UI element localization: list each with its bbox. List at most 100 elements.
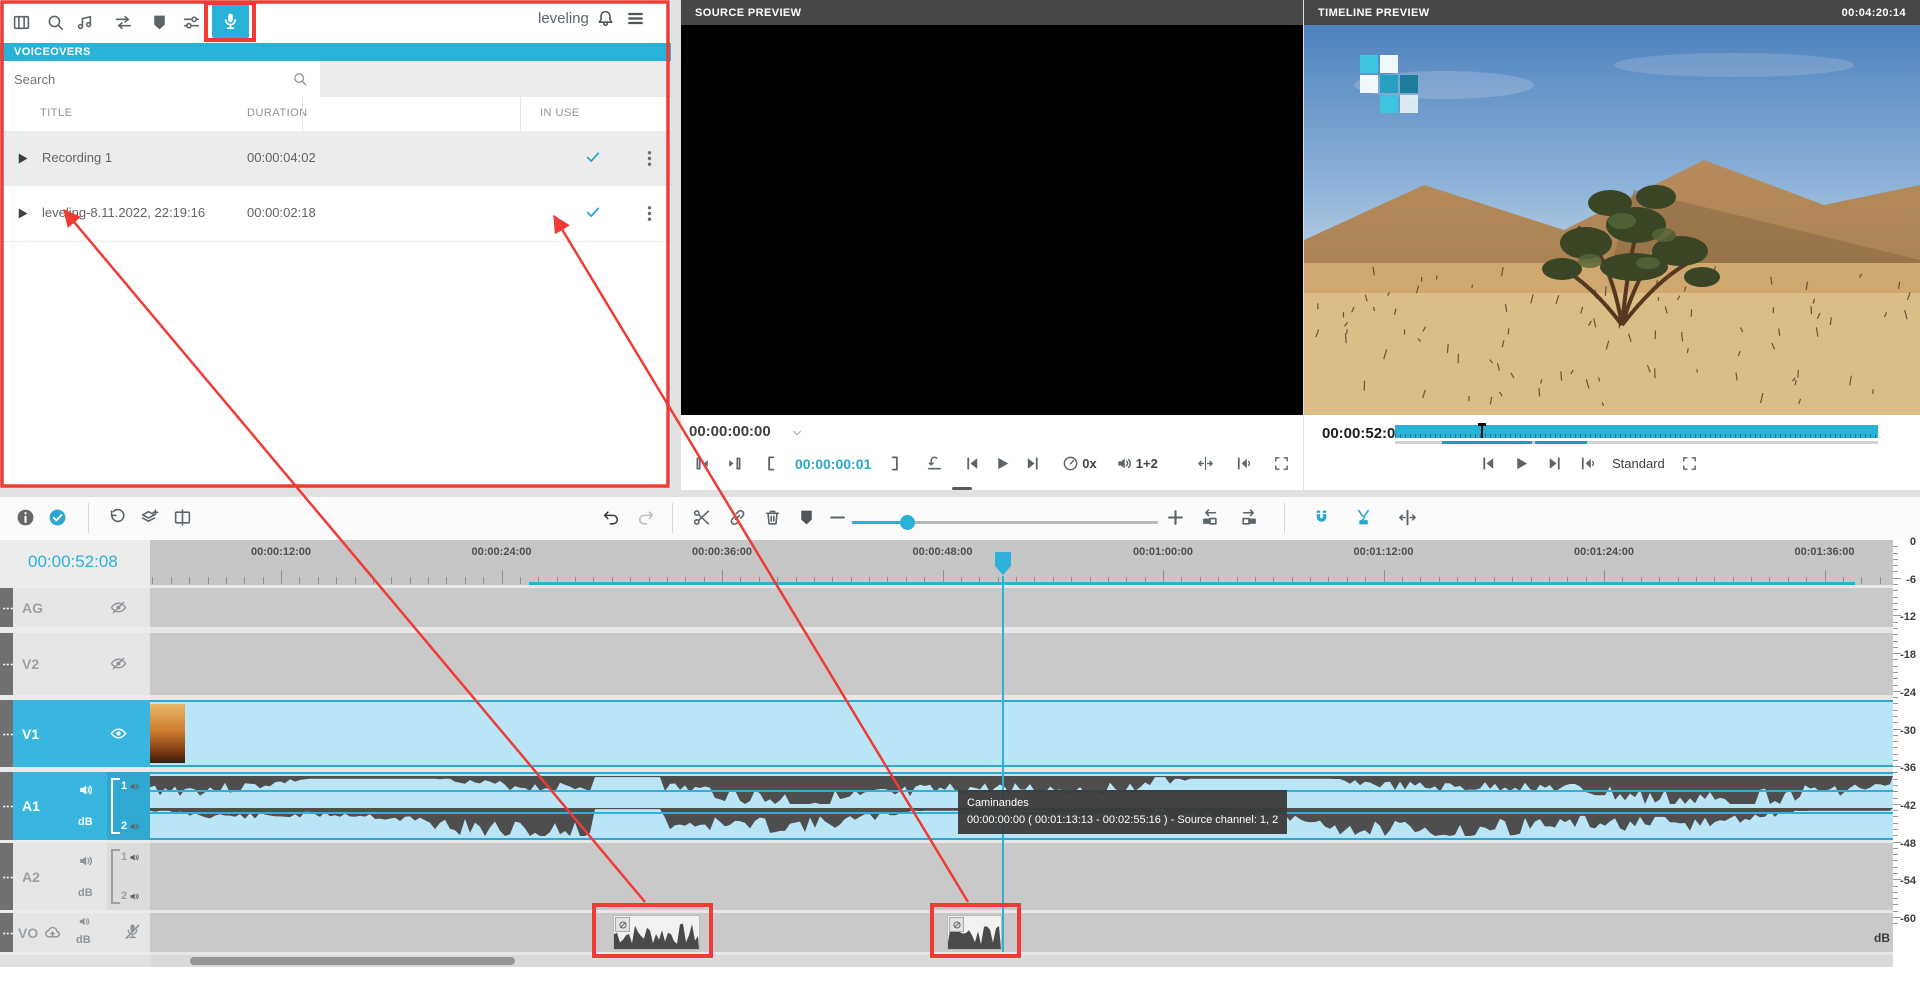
fullscreen-icon[interactable]	[1273, 455, 1290, 472]
track-drag-handle[interactable]: ⋮	[0, 588, 13, 627]
playhead-marker[interactable]	[994, 551, 1012, 577]
hamburger-menu-icon[interactable]	[626, 9, 645, 28]
track-drag-handle[interactable]: ⋮	[0, 633, 13, 695]
col-in-use[interactable]: IN USE	[540, 107, 580, 119]
col-title[interactable]: TITLE	[40, 107, 72, 119]
db-button[interactable]: dB	[78, 816, 93, 828]
channel-2[interactable]: 2	[121, 890, 140, 902]
track-header-a2[interactable]: ⋮ A2 dB 1 2	[0, 843, 150, 910]
search-input[interactable]	[0, 71, 292, 88]
add-layer-icon[interactable]	[140, 508, 159, 527]
adjust-sliders-icon[interactable]	[182, 13, 201, 32]
voiceover-row-1[interactable]: Recording 1 00:00:04:02	[0, 131, 671, 186]
approve-check-icon[interactable]	[48, 508, 67, 527]
playback-quality[interactable]: Standard	[1612, 456, 1665, 471]
row-menu-kebab-icon[interactable]	[640, 149, 659, 168]
search-tool-icon[interactable]	[46, 13, 65, 32]
info-icon[interactable]	[16, 508, 35, 527]
transitions-icon[interactable]	[114, 13, 133, 32]
audio-effects-icon[interactable]	[74, 13, 93, 32]
record-mic-muted-icon[interactable]	[124, 923, 141, 940]
video-clip-v1[interactable]	[150, 700, 1893, 767]
next-frame-icon[interactable]	[1546, 455, 1563, 472]
timeline-current-timecode[interactable]: 00:00:52:08	[28, 552, 118, 572]
playback-speed[interactable]: 0x	[1062, 455, 1096, 472]
cloud-upload-icon[interactable]	[44, 924, 61, 941]
track-content-ag[interactable]	[150, 588, 1893, 627]
scrollbar-thumb[interactable]	[190, 957, 515, 965]
ripple-trim-right-icon[interactable]	[1240, 508, 1259, 527]
timeline-scrollbar[interactable]	[150, 955, 1893, 967]
refresh-icon[interactable]	[108, 508, 127, 527]
source-video-area[interactable]	[681, 25, 1303, 415]
razor-cut-icon[interactable]	[1354, 508, 1373, 527]
channel-2[interactable]: 2	[121, 820, 140, 832]
voiceover-mic-button[interactable]	[212, 4, 249, 38]
visibility-eye-icon[interactable]	[110, 725, 127, 742]
track-content-a2[interactable]	[150, 843, 1893, 910]
voiceover-clip-2[interactable]	[947, 915, 1002, 950]
track-header-vo[interactable]: ⋮ VO dB	[0, 913, 150, 952]
mark-timecode[interactable]: 00:00:00:01	[793, 456, 873, 472]
play-preview-icon[interactable]	[15, 151, 30, 166]
media-panels-icon[interactable]	[12, 13, 31, 32]
add-marker-icon[interactable]	[797, 508, 816, 527]
insert-to-timeline-icon[interactable]	[926, 455, 943, 472]
audio-monitor-icon[interactable]	[1579, 455, 1596, 472]
fullscreen-icon[interactable]	[1681, 455, 1698, 472]
track-drag-handle[interactable]: ⋮	[0, 772, 13, 840]
goto-in-icon[interactable]	[695, 455, 712, 472]
split-view-icon[interactable]	[173, 508, 192, 527]
track-header-a1[interactable]: ⋮ A1 dB 1 2	[0, 772, 150, 840]
track-content-v1[interactable]	[150, 700, 1893, 767]
track-drag-handle[interactable]: ⋮	[0, 700, 13, 767]
track-content-vo[interactable]	[150, 913, 1893, 952]
track-header-ag[interactable]: ⋮ AG	[0, 588, 150, 627]
fit-playhead-icon[interactable]	[1197, 455, 1214, 472]
undo-icon[interactable]	[602, 508, 621, 527]
notifications-bell-icon[interactable]	[596, 9, 615, 28]
track-mute-speaker-icon[interactable]	[78, 915, 91, 928]
track-header-v1[interactable]: ⋮ V1	[0, 700, 150, 767]
track-content-v2[interactable]	[150, 633, 1893, 695]
next-frame-icon[interactable]	[1024, 455, 1041, 472]
zoom-slider-track[interactable]	[852, 521, 1158, 524]
track-mute-speaker-icon[interactable]	[78, 853, 94, 869]
track-header-v2[interactable]: ⋮ V2	[0, 633, 150, 695]
delete-trash-icon[interactable]	[763, 508, 782, 527]
audio-channels[interactable]: 1+2	[1116, 455, 1158, 472]
visibility-eye-icon[interactable]	[110, 655, 127, 672]
panel-resize-handle[interactable]	[952, 487, 972, 490]
track-mute-speaker-icon[interactable]	[78, 782, 94, 798]
mark-out-icon[interactable]	[886, 455, 903, 472]
zoom-slider-thumb[interactable]	[900, 515, 915, 530]
redo-icon[interactable]	[636, 508, 655, 527]
channel-1[interactable]: 1	[121, 780, 140, 792]
marker-tool-icon[interactable]	[150, 13, 169, 32]
prev-frame-icon[interactable]	[964, 455, 981, 472]
timeline-video-area[interactable]	[1304, 25, 1920, 415]
voiceover-clip-1[interactable]	[613, 915, 700, 950]
track-drag-handle[interactable]: ⋮	[0, 843, 13, 910]
col-duration[interactable]: DURATION	[247, 107, 308, 119]
voiceover-row-2[interactable]: leveling-8.11.2022, 22:19:16 00:00:02:18	[0, 186, 671, 242]
scrubber-playhead[interactable]	[1481, 423, 1483, 438]
source-timecode[interactable]: 00:00:00:00	[689, 423, 771, 440]
play-preview-icon[interactable]	[15, 206, 30, 221]
db-button[interactable]: dB	[76, 934, 91, 946]
prev-frame-icon[interactable]	[1480, 455, 1497, 472]
link-clips-icon[interactable]	[728, 508, 747, 527]
row-menu-kebab-icon[interactable]	[640, 204, 659, 223]
zoom-in-plus-icon[interactable]	[1166, 508, 1185, 527]
play-icon[interactable]	[1513, 455, 1530, 472]
visibility-eye-icon[interactable]	[110, 599, 127, 616]
channel-1[interactable]: 1	[121, 851, 140, 863]
play-icon[interactable]	[994, 455, 1011, 472]
timeline-ruler[interactable]: 00:00:12:0000:00:24:0000:00:36:0000:00:4…	[150, 540, 1893, 585]
cut-scissors-icon[interactable]	[692, 508, 711, 527]
timecode-dropdown-icon[interactable]	[791, 427, 803, 439]
ripple-trim-left-icon[interactable]	[1200, 508, 1219, 527]
db-button[interactable]: dB	[78, 887, 93, 899]
preview-scrubber[interactable]	[1395, 425, 1878, 438]
mark-in-icon[interactable]	[763, 455, 780, 472]
